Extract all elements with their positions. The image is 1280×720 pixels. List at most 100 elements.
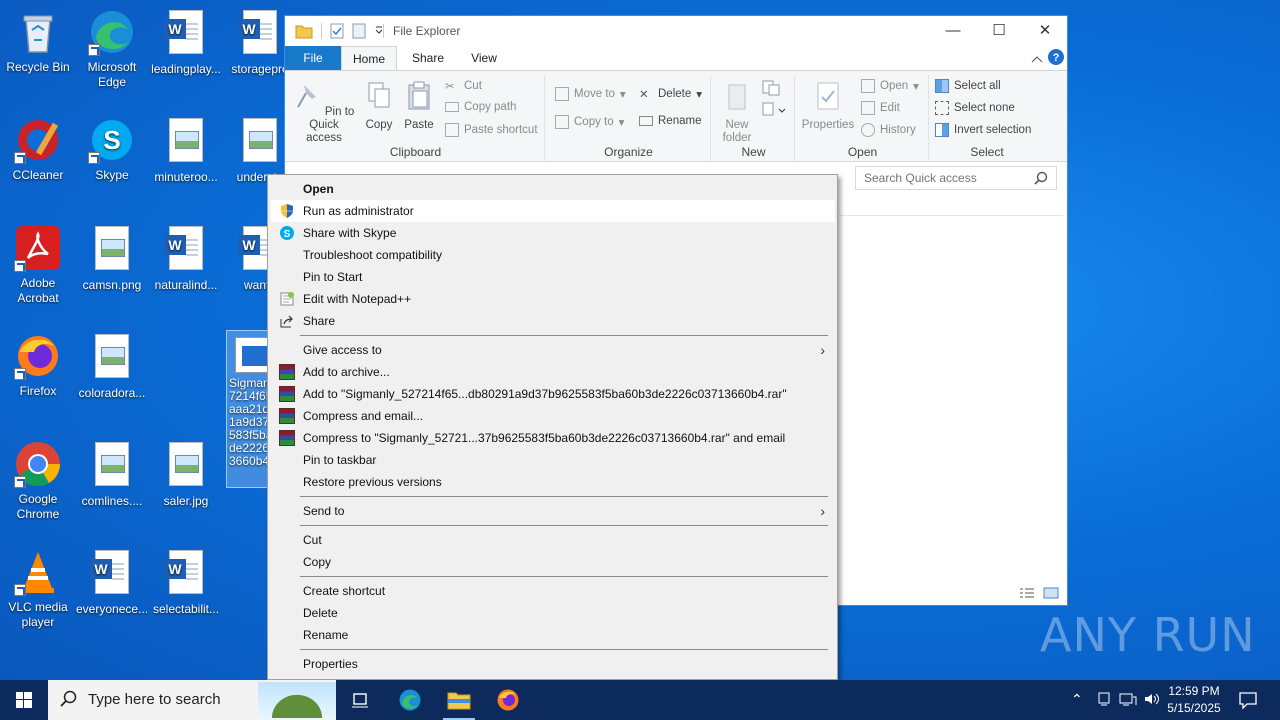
cut-button[interactable]: ✂ Cut bbox=[445, 79, 482, 93]
taskbar-clock[interactable]: 12:59 PM 5/15/2025 bbox=[1158, 683, 1230, 717]
history-button[interactable]: History bbox=[861, 123, 916, 137]
desktop-icon-skype[interactable]: S Skype bbox=[74, 116, 150, 183]
copy-to-button[interactable]: Copy to ▾ bbox=[555, 115, 624, 129]
details-view-icon[interactable] bbox=[1019, 587, 1035, 599]
copy-button[interactable]: Copy bbox=[361, 81, 397, 132]
desktop-icon-sigmanly-selected[interactable]: Sigman 7214f65 aaa21db 1a9d37 583f5ba de… bbox=[226, 330, 272, 488]
taskbar-edge[interactable] bbox=[386, 680, 434, 720]
pin-to-quick-access-button[interactable]: Pin to Quick access bbox=[291, 81, 357, 145]
maximize-button[interactable]: ☐ bbox=[976, 16, 1022, 46]
show-hidden-icons-icon[interactable]: ⌃ bbox=[1071, 691, 1083, 708]
winrar-icon bbox=[279, 430, 295, 446]
paste-button[interactable]: Paste bbox=[401, 81, 437, 132]
desktop-icon-comlines[interactable]: comlines.... bbox=[74, 440, 150, 509]
menu-item-delete[interactable]: Delete bbox=[271, 602, 835, 624]
menu-item-compress-to-named-and-email[interactable]: Compress to "Sigmanly_52721...37b9625583… bbox=[271, 427, 835, 449]
menu-item-properties[interactable]: Properties bbox=[271, 653, 835, 675]
select-group: Select all Select none Invert selection … bbox=[931, 75, 1043, 161]
desktop-icon-minuteroo[interactable]: minuteroo... bbox=[148, 116, 224, 185]
easy-access-icon[interactable] bbox=[761, 101, 787, 119]
search-quick-access-box[interactable] bbox=[855, 166, 1057, 190]
task-view-button[interactable] bbox=[336, 680, 384, 720]
tab-share[interactable]: Share bbox=[401, 46, 455, 70]
menu-item-add-to-archive[interactable]: Add to archive... bbox=[271, 361, 835, 383]
desktop-icon-firefox[interactable]: Firefox bbox=[0, 332, 76, 399]
device-tray-icon[interactable] bbox=[1096, 691, 1112, 707]
taskbar-file-explorer[interactable] bbox=[435, 680, 483, 720]
paste-label: Paste bbox=[404, 119, 434, 131]
help-icon[interactable]: ? bbox=[1047, 48, 1065, 66]
menu-item-share[interactable]: Share bbox=[271, 310, 835, 332]
anyrun-watermark: ANY RUN bbox=[1040, 608, 1256, 662]
properties-icon[interactable] bbox=[330, 23, 344, 39]
desktop-icon-recycle-bin[interactable]: Recycle Bin bbox=[0, 8, 76, 75]
new-group: New folder New bbox=[713, 75, 795, 161]
windows-logo-icon bbox=[16, 692, 32, 708]
desktop-icon-selectabilit[interactable]: selectabilit... bbox=[148, 548, 224, 617]
move-to-button[interactable]: Move to ▾ bbox=[555, 87, 626, 101]
desktop-icon-everyonece[interactable]: everyonece... bbox=[74, 548, 150, 617]
menu-item-cut[interactable]: Cut bbox=[271, 529, 835, 551]
desktop-icon-saler[interactable]: saler.jpg bbox=[148, 440, 224, 509]
invert-selection-label: Invert selection bbox=[954, 124, 1032, 136]
copy-path-button[interactable]: Copy path bbox=[445, 101, 516, 113]
tab-view[interactable]: View bbox=[457, 46, 511, 70]
menu-item-edit-with-notepadpp[interactable]: Edit with Notepad++ bbox=[271, 288, 835, 310]
delete-button[interactable]: ✕ Delete ▾ bbox=[639, 87, 702, 101]
new-item-icon[interactable] bbox=[761, 79, 783, 97]
desktop-icon-ccleaner[interactable]: CCleaner bbox=[0, 116, 76, 183]
menu-item-troubleshoot-compatibility[interactable]: Troubleshoot compatibility bbox=[271, 244, 835, 266]
select-all-button[interactable]: Select all bbox=[935, 79, 1001, 93]
new-folder-button[interactable]: New folder bbox=[717, 81, 757, 145]
paste-shortcut-button[interactable]: Paste shortcut bbox=[445, 123, 538, 137]
select-none-button[interactable]: Select none bbox=[935, 101, 1015, 115]
desktop-icon-naturalind[interactable]: naturalind... bbox=[148, 224, 224, 293]
desktop-icon-adobe-acrobat[interactable]: Adobe Acrobat bbox=[0, 224, 76, 306]
menu-item-run-as-administrator[interactable]: Run as administrator bbox=[271, 200, 835, 222]
search-input[interactable] bbox=[864, 171, 1024, 185]
group-label: Clipboard bbox=[389, 145, 442, 159]
minimize-button[interactable]: — bbox=[930, 16, 976, 46]
delete-label: Delete bbox=[658, 88, 692, 100]
tab-home[interactable]: Home bbox=[341, 46, 397, 70]
menu-item-send-to[interactable]: Send to › bbox=[271, 500, 835, 522]
menu-item-rename[interactable]: Rename bbox=[271, 624, 835, 646]
menu-item-create-shortcut[interactable]: Create shortcut bbox=[271, 580, 835, 602]
desktop-icon-label: saler.jpg bbox=[163, 494, 209, 508]
open-button[interactable]: Open ▾ bbox=[861, 79, 919, 93]
desktop-icon-label: Firefox bbox=[19, 384, 57, 398]
desktop-icon-vlc[interactable]: VLC media player bbox=[0, 548, 76, 630]
invert-selection-button[interactable]: Invert selection bbox=[935, 123, 1031, 137]
tab-file[interactable]: File bbox=[285, 46, 341, 70]
menu-item-copy[interactable]: Copy bbox=[271, 551, 835, 573]
menu-label: Pin to Start bbox=[303, 270, 363, 284]
menu-item-restore-previous-versions[interactable]: Restore previous versions bbox=[271, 471, 835, 493]
invert-selection-icon bbox=[935, 123, 949, 137]
menu-item-give-access-to[interactable]: Give access to › bbox=[271, 339, 835, 361]
select-none-icon bbox=[935, 101, 949, 115]
menu-item-add-to-named-rar[interactable]: Add to "Sigmanly_527214f65...db80291a9d3… bbox=[271, 383, 835, 405]
network-icon[interactable] bbox=[1119, 691, 1137, 707]
organize-group: Move to ▾ Copy to ▾ ✕ Delete ▾ Rename Organi… bbox=[547, 75, 711, 161]
properties-button[interactable]: Properties bbox=[799, 81, 857, 132]
menu-item-open[interactable]: Open bbox=[271, 178, 835, 200]
desktop-icon-camsn[interactable]: camsn.png bbox=[74, 224, 150, 293]
desktop-icon-coloradora[interactable]: coloradora... bbox=[74, 332, 150, 401]
taskbar-firefox[interactable] bbox=[484, 680, 532, 720]
notifications-icon[interactable] bbox=[1238, 690, 1258, 710]
desktop-icon-leadingplay[interactable]: leadingplay... bbox=[148, 8, 224, 77]
desktop-icon-microsoft-edge[interactable]: Microsoft Edge bbox=[74, 8, 150, 90]
edit-button[interactable]: Edit bbox=[861, 101, 900, 115]
new-folder-quick-icon[interactable] bbox=[352, 23, 366, 39]
start-button[interactable] bbox=[0, 680, 48, 720]
large-icons-view-icon[interactable] bbox=[1043, 587, 1059, 599]
menu-item-pin-to-start[interactable]: Pin to Start bbox=[271, 266, 835, 288]
menu-item-pin-to-taskbar[interactable]: Pin to taskbar bbox=[271, 449, 835, 471]
desktop-icon-google-chrome[interactable]: Google Chrome bbox=[0, 440, 76, 522]
rename-button[interactable]: Rename bbox=[639, 115, 701, 127]
close-button[interactable]: ✕ bbox=[1022, 16, 1068, 46]
menu-item-compress-and-email[interactable]: Compress and email... bbox=[271, 405, 835, 427]
collapse-ribbon-icon[interactable] bbox=[1031, 54, 1043, 64]
taskbar-search-box[interactable]: Type here to search bbox=[48, 680, 336, 720]
menu-item-share-with-skype[interactable]: S Share with Skype bbox=[271, 222, 835, 244]
